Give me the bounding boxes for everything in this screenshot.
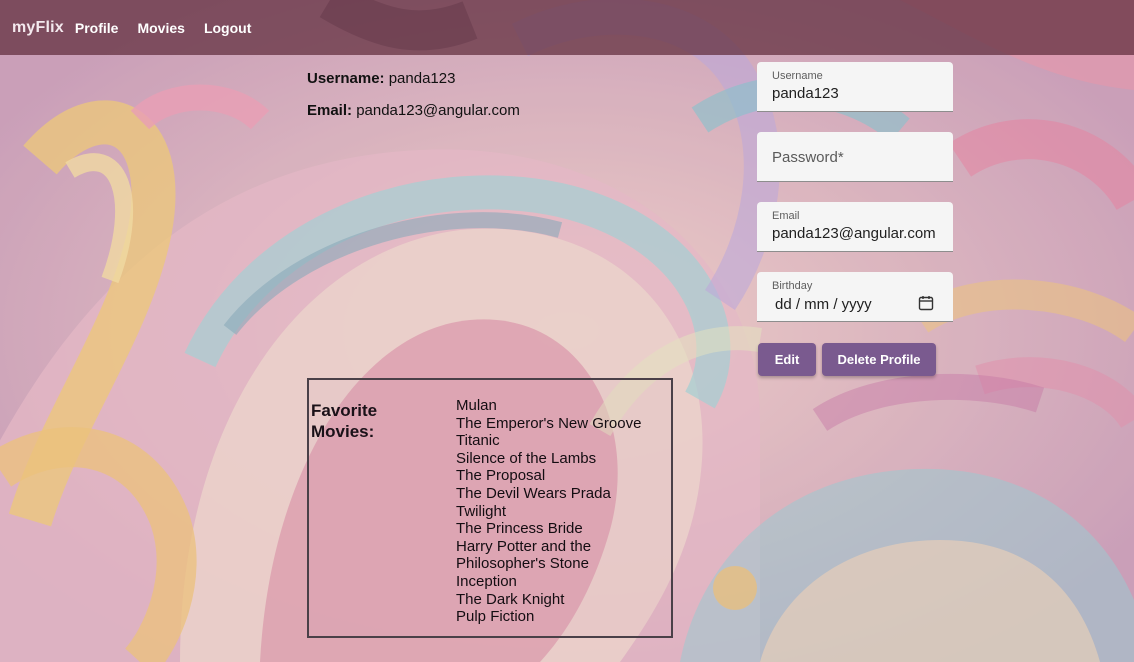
delete-profile-button[interactable]: Delete Profile <box>822 343 936 376</box>
username-field-value[interactable]: panda123 <box>772 85 839 102</box>
nav-link-logout[interactable]: Logout <box>204 20 251 36</box>
favorite-movie-item[interactable]: The Proposal <box>456 467 666 485</box>
email-field-value[interactable]: panda123@angular.com <box>772 225 936 242</box>
nav-link-profile[interactable]: Profile <box>75 20 119 36</box>
username-field-label: Username <box>772 70 823 82</box>
favorite-movies-title: Favorite Movies: <box>311 401 378 441</box>
username-info: Username: panda123 <box>307 70 455 87</box>
email-field[interactable]: Email panda123@angular.com <box>757 202 953 252</box>
favorite-movie-item[interactable]: The Devil Wears Prada <box>456 485 666 503</box>
email-info: Email: panda123@angular.com <box>307 102 520 119</box>
username-field[interactable]: Username panda123 <box>757 62 953 112</box>
username-value: panda123 <box>388 70 456 87</box>
favorite-movie-item[interactable]: Harry Potter and the Philosopher's Stone <box>456 538 666 573</box>
favorite-movie-item[interactable]: Inception <box>456 573 666 591</box>
favorite-movie-item[interactable]: Titanic <box>456 432 666 450</box>
birthday-field-value[interactable]: dd / mm / yyyy <box>775 296 872 313</box>
nav-link-movies[interactable]: Movies <box>137 20 184 36</box>
email-value: panda123@angular.com <box>356 102 520 119</box>
favorite-movie-item[interactable]: The Dark Knight <box>456 591 666 609</box>
navbar: myFlix Profile Movies Logout <box>0 0 1134 55</box>
password-field[interactable]: Password* <box>757 132 953 182</box>
brand-logo[interactable]: myFlix <box>12 19 64 37</box>
favorite-movie-item[interactable]: The Princess Bride <box>456 520 666 538</box>
favorite-movies-list: Mulan The Emperor's New Groove Titanic S… <box>456 397 666 626</box>
email-field-label: Email <box>772 210 800 222</box>
favorite-movies-card: Favorite Movies: Mulan The Emperor's New… <box>307 378 673 638</box>
birthday-field[interactable]: Birthday dd / mm / yyyy <box>757 272 953 322</box>
favorite-movie-item[interactable]: Silence of the Lambs <box>456 450 666 468</box>
favorite-movie-item[interactable]: The Emperor's New Groove <box>456 415 666 433</box>
password-field-placeholder[interactable]: Password* <box>772 149 844 166</box>
favorite-movie-item[interactable]: Mulan <box>456 397 666 415</box>
edit-button[interactable]: Edit <box>758 343 816 376</box>
favorite-movie-item[interactable]: Twilight <box>456 503 666 521</box>
calendar-icon[interactable] <box>918 295 934 311</box>
username-label: Username: <box>307 70 385 87</box>
email-label: Email: <box>307 102 353 119</box>
birthday-field-label: Birthday <box>772 280 813 292</box>
favorite-movie-item[interactable]: Pulp Fiction <box>456 608 666 626</box>
